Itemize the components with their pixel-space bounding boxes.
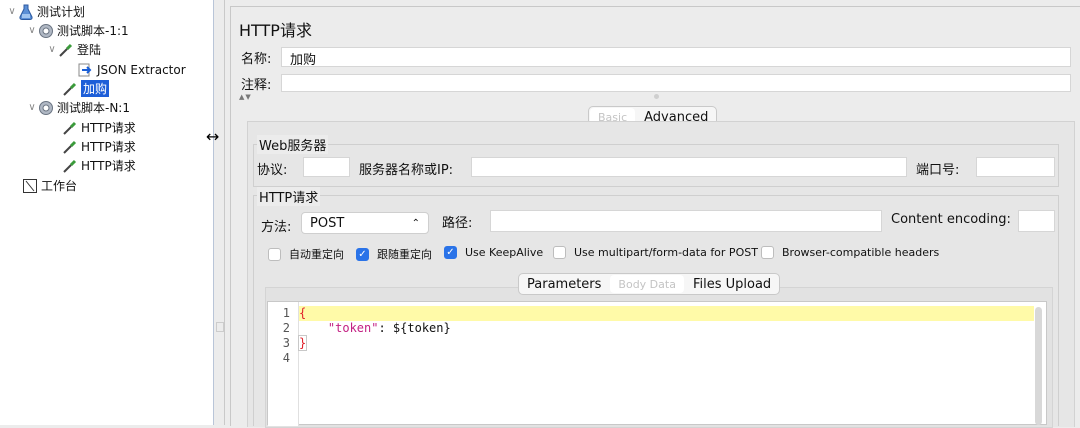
chevron-down-icon[interactable]: ∨ <box>26 102 38 113</box>
protocol-field[interactable] <box>303 157 350 177</box>
port-label: 端口号: <box>916 163 960 178</box>
path-label: 路径: <box>442 216 473 231</box>
checkbox-box[interactable] <box>761 246 774 259</box>
chevron-down-icon[interactable]: ∨ <box>6 6 18 17</box>
comment-label: 注释: <box>241 78 272 93</box>
panel-title: HTTP请求 <box>239 21 312 40</box>
tree-node-label: HTTP请求 <box>81 140 136 154</box>
content-encoding-label: Content encoding: <box>891 212 1011 227</box>
close-brace: } <box>297 335 308 351</box>
checkbox-box[interactable] <box>553 246 566 259</box>
follow-redirect-checkbox[interactable]: ✓ 跟随重定向 <box>356 246 432 262</box>
tree-node-label: 测试脚本-N:1 <box>57 101 130 115</box>
checkbox-box[interactable] <box>268 247 281 261</box>
keepalive-checkbox[interactable]: ✓ Use KeepAlive <box>444 246 543 259</box>
checkmark-icon[interactable]: ✓ <box>356 247 369 261</box>
multipart-checkbox[interactable]: Use multipart/form-data for POST <box>553 246 758 259</box>
body-tabs: Parameters Body Data Files Upload <box>518 273 781 295</box>
line-number: 3 <box>282 336 290 350</box>
tree-node-label: 登陆 <box>77 43 102 57</box>
tab-files-upload[interactable]: Files Upload <box>685 274 779 294</box>
name-label: 名称: <box>241 52 272 67</box>
pipette-icon <box>62 139 78 155</box>
gear-icon <box>38 23 54 39</box>
split-pane-divider[interactable]: ↔ <box>206 0 225 425</box>
http-request-group-title: HTTP请求 <box>257 187 321 206</box>
open-brace: { <box>299 306 307 320</box>
server-name-label: 服务器名称或IP: <box>359 163 454 178</box>
server-name-field[interactable] <box>471 157 907 177</box>
chevron-down-icon[interactable]: ∨ <box>46 44 58 55</box>
tree-node-label: 工作台 <box>41 179 78 193</box>
line-number: 4 <box>282 351 290 365</box>
divider-grip[interactable] <box>216 322 224 332</box>
chevron-down-icon[interactable]: ∨ <box>26 25 38 36</box>
tree-node-login[interactable]: ∨ 登陆 <box>46 40 101 59</box>
tab-parameters[interactable]: Parameters <box>519 274 609 294</box>
protocol-label: 协议: <box>257 163 288 178</box>
browser-compatible-checkbox[interactable]: Browser-compatible headers <box>761 246 939 259</box>
method-label: 方法: <box>261 220 292 235</box>
flask-icon <box>18 4 34 20</box>
test-plan-tree[interactable]: ∨ 测试计划 ∨ 测试脚本-1:1 ∨ 登陆 JSON Extractor 加购… <box>0 0 214 425</box>
line-number-gutter: 1 2 3 4 <box>268 302 299 426</box>
json-value: : ${token} <box>378 321 451 335</box>
checkbox-label: 跟随重定向 <box>377 248 432 261</box>
name-field[interactable]: 加购 <box>281 47 1071 68</box>
method-value: POST <box>310 215 345 231</box>
auto-redirect-checkbox[interactable]: 自动重定向 <box>268 246 344 262</box>
tree-node-label-selected: 加购 <box>81 80 110 97</box>
tree-node-add-to-cart[interactable]: 加购 <box>62 79 110 98</box>
checkmark-icon[interactable]: ✓ <box>444 246 457 259</box>
line-number: 2 <box>282 321 290 335</box>
content-encoding-field[interactable] <box>1018 210 1055 232</box>
tree-node-label: HTTP请求 <box>81 159 136 173</box>
code-line-1[interactable]: { <box>299 306 1034 321</box>
path-field[interactable] <box>490 210 882 232</box>
checkbox-label: Use KeepAlive <box>465 246 544 259</box>
checkbox-label: Browser-compatible headers <box>782 246 940 259</box>
tree-node-test-plan[interactable]: ∨ 测试计划 <box>6 2 85 21</box>
port-field[interactable] <box>976 157 1055 177</box>
body-data-editor[interactable]: 1 2 3 4 { "token": ${token} } <box>267 301 1047 426</box>
tree-node-http-request[interactable]: HTTP请求 <box>62 137 136 156</box>
resize-cursor-icon: ↔ <box>206 127 220 146</box>
tab-body-data[interactable]: Body Data <box>610 275 684 293</box>
comment-field[interactable] <box>281 74 1071 92</box>
splitter-dot[interactable] <box>654 94 659 99</box>
tree-node-http-request[interactable]: HTTP请求 <box>62 156 136 175</box>
tree-node-label: 测试计划 <box>37 5 86 19</box>
tree-node-thread-group-n[interactable]: ∨ 测试脚本-N:1 <box>26 98 130 117</box>
code-line-3[interactable]: } <box>297 335 308 351</box>
gear-icon <box>38 100 54 116</box>
pipette-icon <box>62 120 78 136</box>
checkbox-label: 自动重定向 <box>289 248 344 261</box>
pipette-icon <box>62 81 78 97</box>
checkbox-label: Use multipart/form-data for POST <box>574 246 758 259</box>
line-number: 1 <box>282 306 290 320</box>
tree-node-json-extractor[interactable]: JSON Extractor <box>78 60 186 79</box>
json-key: "token" <box>327 321 379 335</box>
updown-chevron-icon: ⌃ <box>411 217 420 229</box>
tree-node-label: HTTP请求 <box>81 121 136 135</box>
code-line-2[interactable]: "token": ${token} <box>299 321 451 336</box>
tree-node-workbench[interactable]: 工作台 <box>22 176 77 195</box>
collapse-arrows-icon[interactable]: ▲▼ <box>239 93 252 101</box>
tree-node-thread-group-1[interactable]: ∨ 测试脚本-1:1 <box>26 21 129 40</box>
pipette-icon <box>58 42 74 58</box>
tree-node-label: 测试脚本-1:1 <box>57 24 129 38</box>
tree-node-http-request[interactable]: HTTP请求 <box>62 118 136 137</box>
pipette-icon <box>62 158 78 174</box>
web-server-group-title: Web服务器 <box>257 135 329 154</box>
method-select[interactable]: POST ⌃ <box>301 212 429 234</box>
extractor-arrow-icon <box>78 62 94 78</box>
editor-vertical-scrollbar[interactable] <box>1035 307 1042 425</box>
workbench-icon <box>22 178 38 194</box>
tree-node-label: JSON Extractor <box>97 62 186 77</box>
